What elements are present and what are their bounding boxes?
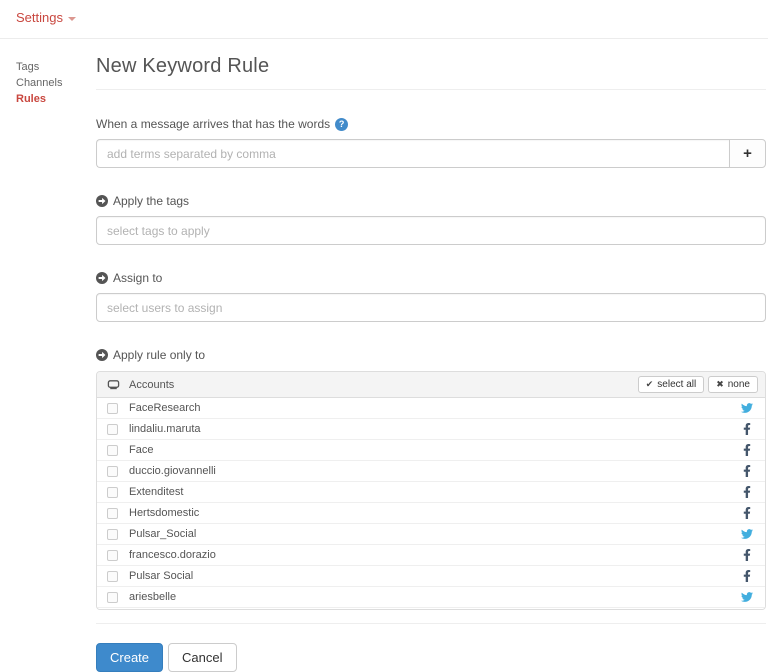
account-name: FaceResearch	[129, 402, 201, 414]
facebook-icon	[741, 444, 753, 456]
accounts-panel: Accounts ✔ select all ✖ none FaceResearc…	[96, 371, 766, 610]
account-checkbox[interactable]	[107, 487, 118, 498]
sidebar-item-rules[interactable]: Rules	[16, 91, 96, 107]
keywords-input[interactable]	[96, 139, 729, 168]
account-checkbox[interactable]	[107, 403, 118, 414]
new-keyword-rule-form: New Keyword Rule When a message arrives …	[96, 39, 768, 672]
account-row[interactable]: lindaliu.maruta	[97, 419, 765, 440]
apply-tags-label: Apply the tags	[96, 194, 766, 208]
account-row[interactable]: TempTwitterUser1197	[97, 608, 765, 609]
account-name: ariesbelle	[129, 591, 176, 603]
help-icon[interactable]: ?	[335, 118, 348, 131]
account-row[interactable]: ariesbelle	[97, 587, 765, 608]
page-title: New Keyword Rule	[96, 55, 766, 78]
circle-arrow-icon	[96, 349, 108, 361]
account-row[interactable]: francesco.dorazio	[97, 545, 765, 566]
account-row[interactable]: Face	[97, 440, 765, 461]
cancel-button[interactable]: Cancel	[168, 643, 236, 672]
circle-arrow-icon	[96, 195, 108, 207]
x-icon: ✖	[716, 379, 724, 390]
apply-rule-only-to-label: Apply rule only to	[96, 348, 766, 362]
account-checkbox[interactable]	[107, 550, 118, 561]
form-divider	[96, 623, 766, 624]
account-checkbox[interactable]	[107, 445, 118, 456]
account-name: Pulsar Social	[129, 570, 193, 582]
caret-down-icon	[68, 17, 76, 21]
account-name: Face	[129, 444, 153, 456]
top-bar: Settings	[0, 0, 768, 39]
facebook-icon	[741, 486, 753, 498]
accounts-list[interactable]: FaceResearch lindaliu.maruta Face duccio…	[97, 398, 765, 609]
account-checkbox[interactable]	[107, 508, 118, 519]
account-row[interactable]: Hertsdomestic	[97, 503, 765, 524]
assign-to-label: Assign to	[96, 271, 766, 285]
sidebar-item-channels[interactable]: Channels	[16, 75, 96, 91]
account-row[interactable]: Extenditest	[97, 482, 765, 503]
select-all-button[interactable]: ✔ select all	[638, 376, 704, 393]
assign-input[interactable]	[96, 293, 766, 322]
keywords-label: When a message arrives that has the word…	[96, 117, 766, 131]
tags-input[interactable]	[96, 216, 766, 245]
account-name: Extenditest	[129, 486, 183, 498]
title-divider	[96, 89, 766, 90]
facebook-icon	[741, 570, 753, 582]
accounts-header-label: Accounts	[129, 379, 174, 391]
accounts-panel-header: Accounts ✔ select all ✖ none	[97, 372, 765, 398]
facebook-icon	[741, 423, 753, 435]
settings-dropdown[interactable]: Settings	[16, 10, 76, 25]
account-name: francesco.dorazio	[129, 549, 216, 561]
add-keyword-button[interactable]: +	[729, 139, 766, 168]
settings-sidebar: Tags Channels Rules	[0, 39, 96, 672]
facebook-icon	[741, 465, 753, 477]
account-name: duccio.giovannelli	[129, 465, 216, 477]
accounts-icon	[107, 379, 120, 391]
account-checkbox[interactable]	[107, 424, 118, 435]
account-row[interactable]: FaceResearch	[97, 398, 765, 419]
twitter-icon	[741, 591, 753, 603]
facebook-icon	[741, 549, 753, 561]
facebook-icon	[741, 507, 753, 519]
account-checkbox[interactable]	[107, 529, 118, 540]
account-row[interactable]: Pulsar_Social	[97, 524, 765, 545]
account-name: lindaliu.maruta	[129, 423, 201, 435]
select-none-button[interactable]: ✖ none	[708, 376, 758, 393]
create-button[interactable]: Create	[96, 643, 163, 672]
account-checkbox[interactable]	[107, 571, 118, 582]
account-name: Pulsar_Social	[129, 528, 196, 540]
circle-arrow-icon	[96, 272, 108, 284]
account-name: Hertsdomestic	[129, 507, 199, 519]
twitter-icon	[741, 528, 753, 540]
account-row[interactable]: duccio.giovannelli	[97, 461, 765, 482]
sidebar-item-tags[interactable]: Tags	[16, 59, 96, 75]
account-checkbox[interactable]	[107, 466, 118, 477]
settings-dropdown-label: Settings	[16, 10, 63, 25]
check-icon: ✔	[646, 379, 654, 390]
account-row[interactable]: Pulsar Social	[97, 566, 765, 587]
twitter-icon	[741, 402, 753, 414]
account-checkbox[interactable]	[107, 592, 118, 603]
